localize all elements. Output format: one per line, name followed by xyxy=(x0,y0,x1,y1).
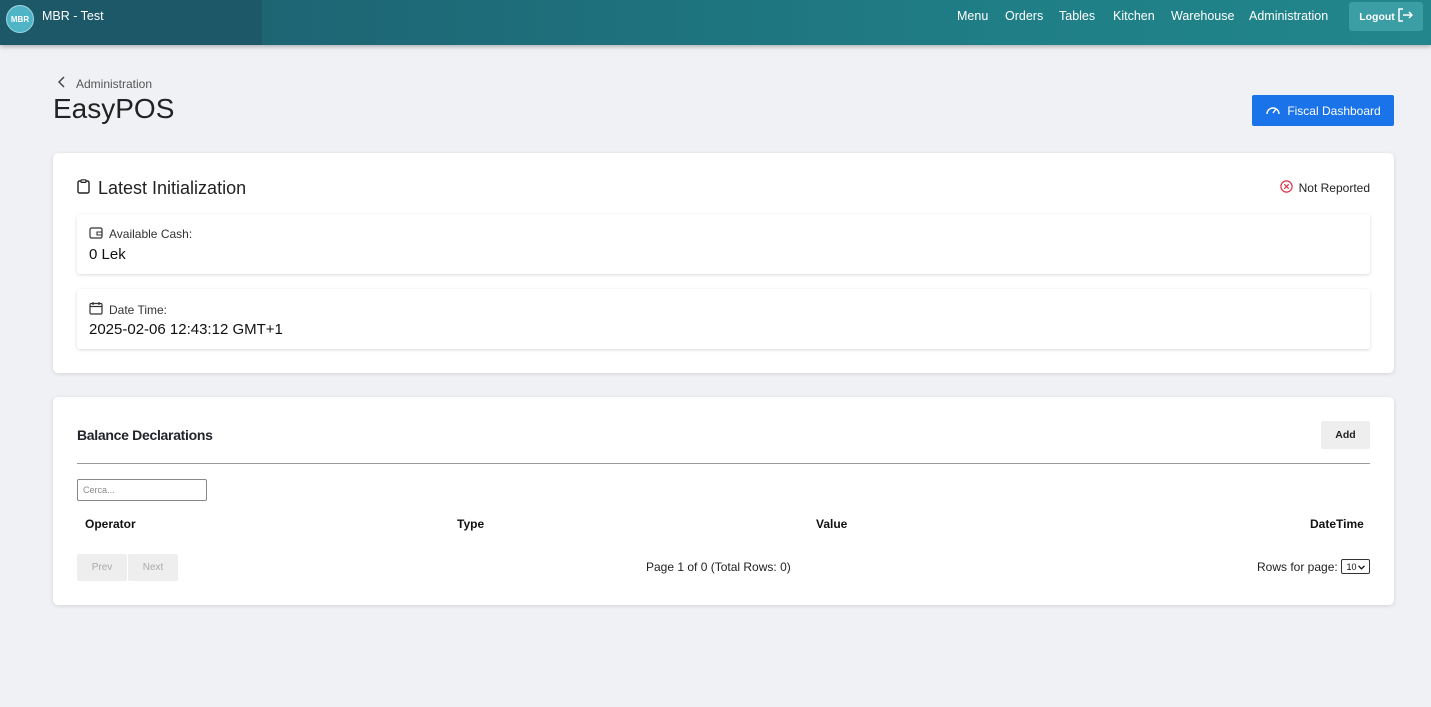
latest-initialization-title: Latest Initialization xyxy=(98,178,247,198)
column-header-value[interactable]: Value xyxy=(816,517,847,531)
date-time-label-row: Date Time: xyxy=(89,301,167,318)
gauge-icon xyxy=(1265,102,1281,119)
fiscal-dashboard-button[interactable]: Fiscal Dashboard xyxy=(1252,95,1394,126)
next-button[interactable]: Next xyxy=(128,554,178,581)
date-time-box: Date Time: 2025-02-06 12:43:12 GMT+1 xyxy=(77,289,1370,349)
column-header-operator[interactable]: Operator xyxy=(85,517,136,531)
latest-initialization-card: Latest Initialization Not Reported Avail… xyxy=(53,153,1394,373)
nav-item-orders[interactable]: Orders xyxy=(1005,9,1043,23)
clipboard-icon xyxy=(77,178,90,199)
balance-declarations-card: Balance Declarations Add Operator Type V… xyxy=(53,397,1394,605)
date-time-label: Date Time: xyxy=(109,302,168,317)
wallet-icon xyxy=(89,226,103,242)
x-circle-icon xyxy=(1279,180,1293,196)
calendar-icon xyxy=(89,301,103,318)
column-header-type[interactable]: Type xyxy=(457,517,484,531)
brand-area: MBR MBR - Test xyxy=(0,0,262,45)
column-header-datetime[interactable]: DateTime xyxy=(1310,517,1364,531)
chevron-down-icon xyxy=(1357,562,1365,572)
available-cash-label-row: Available Cash: xyxy=(89,226,192,242)
brand-logo[interactable]: MBR xyxy=(6,5,34,33)
breadcrumb[interactable]: Administration xyxy=(57,76,152,91)
divider xyxy=(77,463,1370,464)
available-cash-box: Available Cash: 0 Lek xyxy=(77,214,1370,274)
logout-label: Logout xyxy=(1359,10,1395,23)
add-button[interactable]: Add xyxy=(1321,421,1370,449)
logout-icon xyxy=(1397,8,1413,25)
nav-item-warehouse[interactable]: Warehouse xyxy=(1171,9,1234,23)
nav-item-tables[interactable]: Tables xyxy=(1059,9,1095,23)
prev-button[interactable]: Prev xyxy=(77,554,127,581)
available-cash-label: Available Cash: xyxy=(109,227,193,241)
available-cash-value: 0 Lek xyxy=(89,246,126,263)
page-title: EasyPOS xyxy=(53,93,175,124)
top-navbar: MBR MBR - Test Menu Orders Tables Kitche… xyxy=(0,0,1431,45)
latest-initialization-heading: Latest Initialization xyxy=(77,178,246,199)
nav-item-menu[interactable]: Menu xyxy=(957,9,988,23)
logout-button[interactable]: Logout xyxy=(1349,2,1423,31)
rows-per-page-select[interactable]: 10 xyxy=(1341,559,1370,574)
status-text: Not Reported xyxy=(1298,181,1370,195)
fiscal-dashboard-label: Fiscal Dashboard xyxy=(1287,103,1381,118)
app-title[interactable]: MBR - Test xyxy=(42,9,104,23)
rows-per-page-label: Rows for page: xyxy=(1257,560,1338,574)
breadcrumb-administration[interactable]: Administration xyxy=(76,77,152,91)
page-info: Page 1 of 0 (Total Rows: 0) xyxy=(646,560,791,574)
nav-item-administration[interactable]: Administration xyxy=(1249,9,1328,23)
rows-per-page-value: 10 xyxy=(1346,561,1357,572)
date-time-value: 2025-02-06 12:43:12 GMT+1 xyxy=(89,321,283,338)
chevron-left-icon[interactable] xyxy=(57,76,66,91)
search-input[interactable] xyxy=(77,479,207,501)
balance-declarations-title: Balance Declarations xyxy=(77,427,213,443)
status-badge: Not Reported xyxy=(1279,180,1370,196)
nav-item-kitchen[interactable]: Kitchen xyxy=(1113,9,1155,23)
